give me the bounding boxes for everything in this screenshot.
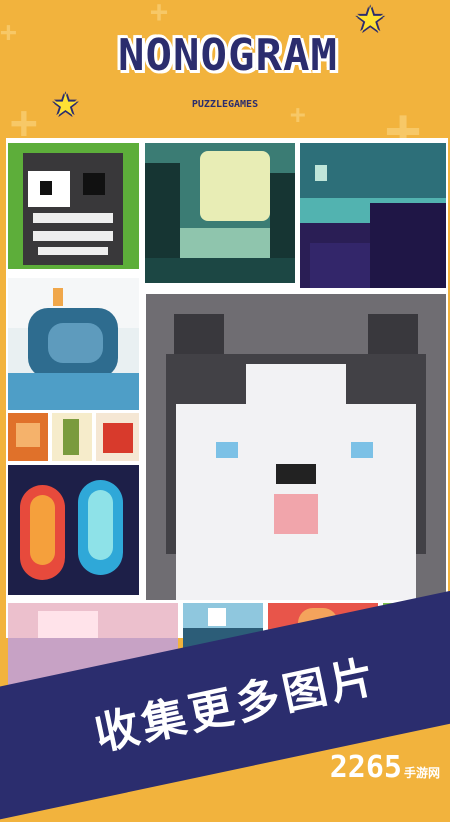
site-watermark: 2265 手游网: [330, 750, 440, 785]
night-mountain-puzzle[interactable]: [300, 143, 446, 288]
cow-puzzle[interactable]: [8, 143, 139, 269]
whale-puzzle[interactable]: [8, 278, 139, 410]
plus-decoration: +: [290, 100, 306, 130]
husky-puzzle[interactable]: [146, 294, 446, 600]
watermark-site: 手游网: [403, 766, 440, 780]
game-subtitle: PUZZLEGAMES: [191, 99, 259, 110]
watermark-number: 2265: [329, 750, 402, 785]
plus-decoration: +: [0, 15, 17, 48]
game-title: NONOGRAM: [118, 30, 338, 81]
puzzle-gallery: [6, 138, 448, 638]
moon-forest-puzzle[interactable]: [145, 143, 295, 283]
fish-puzzle[interactable]: [8, 465, 139, 595]
small-tiles-puzzle[interactable]: [8, 413, 139, 461]
star-icon: ★: [52, 88, 79, 123]
sunset-puzzle[interactable]: [8, 603, 178, 638]
plus-decoration: +: [150, 0, 169, 30]
